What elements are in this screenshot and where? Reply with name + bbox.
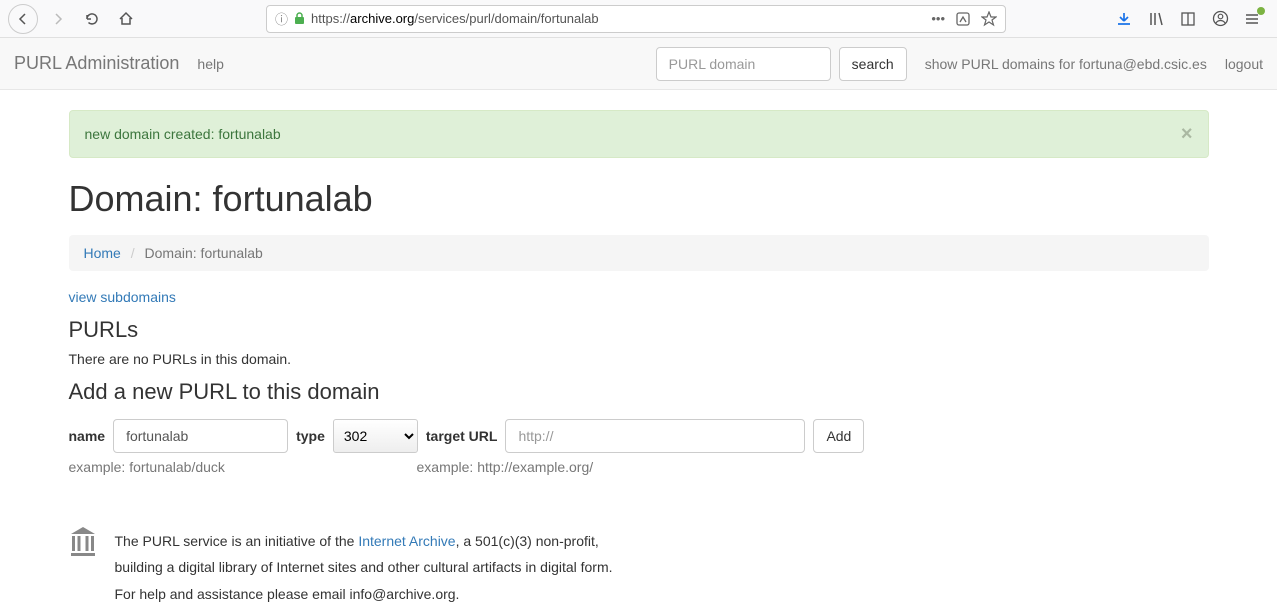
bookmark-icon[interactable] [981,11,997,27]
home-button[interactable] [112,5,140,33]
footer: The PURL service is an initiative of the… [69,525,1209,610]
type-label: type [296,428,325,444]
footer-line1b: , a 501(c)(3) non-profit, [456,533,599,549]
url-path: /services/purl/domain/fortunalab [414,11,598,26]
browser-toolbar: ⓘ https://archive.org/services/purl/doma… [0,0,1277,38]
reload-button[interactable] [78,5,106,33]
main-container: new domain created: fortunalab × Domain:… [69,90,1209,610]
more-icon[interactable]: ••• [931,11,945,26]
account-icon[interactable] [1211,10,1229,28]
name-label: name [69,428,106,444]
purls-heading: PURLs [69,317,1209,343]
info-icon[interactable]: ⓘ [275,9,288,28]
example-target: example: http://example.org/ [417,459,594,475]
url-bar[interactable]: ⓘ https://archive.org/services/purl/doma… [266,5,1006,33]
notification-dot [1257,7,1265,15]
app-brand[interactable]: PURL Administration [14,53,179,74]
page-title: Domain: fortunalab [69,178,1209,220]
lock-icon [294,12,305,25]
purls-empty-text: There are no PURLs in this domain. [69,351,1209,367]
footer-text: The PURL service is an initiative of the… [115,525,613,610]
reader-icon[interactable] [955,11,971,27]
name-input[interactable] [113,419,288,453]
url-prefix: https:// [311,11,350,26]
domain-search-form: search [656,47,907,81]
breadcrumb-home[interactable]: Home [84,245,121,261]
sidebar-icon[interactable] [1179,10,1197,28]
type-select[interactable]: 302 [333,419,418,453]
footer-line3: For help and assistance please email inf… [115,584,613,604]
url-domain: archive.org [350,11,414,26]
breadcrumb-current: Domain: fortunalab [145,245,263,261]
menu-icon[interactable] [1243,10,1261,28]
forward-button [44,5,72,33]
back-button[interactable] [8,4,38,34]
downloads-icon[interactable] [1115,10,1133,28]
add-purl-form: name type 302 target URL Add [69,419,1209,453]
example-name: example: fortunalab/duck [69,459,417,475]
purl-domain-input[interactable] [656,47,831,81]
footer-line1a: The PURL service is an initiative of the [115,533,359,549]
internet-archive-link[interactable]: Internet Archive [358,533,455,549]
add-button[interactable]: Add [813,419,864,453]
target-label: target URL [426,428,498,444]
url-text: https://archive.org/services/purl/domain… [311,11,925,26]
search-button[interactable]: search [839,47,907,81]
breadcrumb-separator: / [131,245,135,261]
view-subdomains-link[interactable]: view subdomains [69,289,176,305]
app-navbar: PURL Administration help search show PUR… [0,38,1277,90]
breadcrumb: Home / Domain: fortunalab [69,235,1209,271]
help-link[interactable]: help [197,56,223,72]
show-domains-link[interactable]: show PURL domains for fortuna@ebd.csic.e… [925,56,1207,72]
logout-link[interactable]: logout [1225,56,1263,72]
footer-line2: building a digital library of Internet s… [115,557,613,577]
alert-close-button[interactable]: × [1181,123,1193,146]
target-input[interactable] [505,419,805,453]
form-examples: example: fortunalab/duck example: http:/… [69,459,1209,475]
library-icon[interactable] [1147,10,1165,28]
archive-icon [69,525,99,610]
success-alert: new domain created: fortunalab × [69,110,1209,158]
alert-message: new domain created: fortunalab [85,126,281,142]
add-purl-heading: Add a new PURL to this domain [69,379,1209,405]
